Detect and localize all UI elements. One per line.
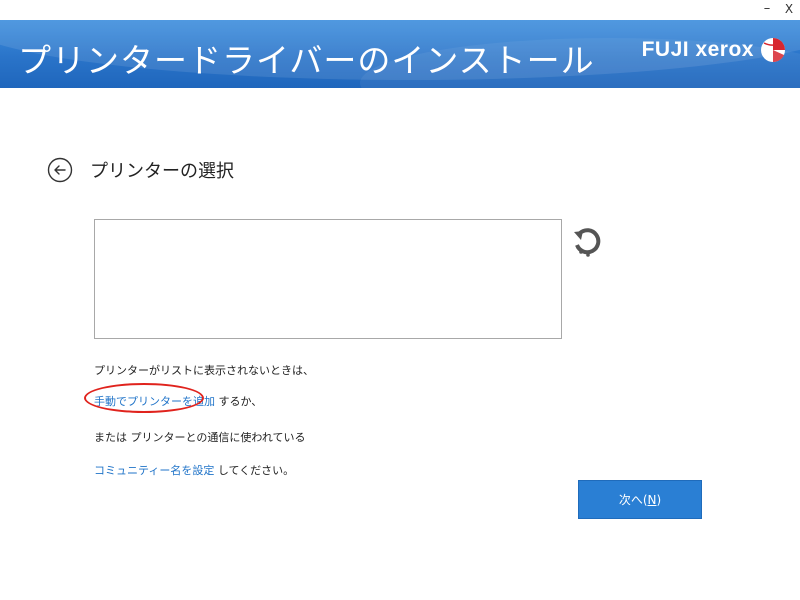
help-text-please: してください。 (214, 464, 295, 477)
page-title: プリンターの選択 (90, 161, 234, 182)
brand-name: FUJI xerox (641, 38, 754, 61)
close-button[interactable]: X (778, 0, 800, 20)
installer-title: プリンタードライバーのインストール (18, 41, 595, 80)
next-button-mnemonic: N (647, 492, 657, 507)
help-text-community: または プリンターとの通信に使われている (94, 431, 306, 444)
installer-window: – X プリンタードライバーのインストール FUJI xerox プリンターの選… (0, 0, 800, 600)
window-controls: – X (756, 0, 800, 20)
add-printer-manually-link[interactable]: 手動でプリンターを追加 (94, 395, 215, 408)
help-line-manual-add: 手動でプリンターを追加 するか、 (94, 393, 262, 409)
minimize-button[interactable]: – (756, 0, 778, 20)
help-text-or: するか、 (215, 395, 263, 408)
next-button-label-close: ) (656, 492, 662, 507)
help-line-community-name: コミュニティー名を設定 してください。 (94, 462, 294, 478)
printer-list[interactable] (94, 219, 562, 339)
header-banner: プリンタードライバーのインストール FUJI xerox (0, 20, 800, 88)
set-community-name-link[interactable]: コミュニティー名を設定 (94, 464, 214, 477)
fuji-xerox-logo: FUJI xerox (642, 37, 786, 63)
next-button[interactable]: 次へ(N) (578, 480, 702, 519)
back-arrow-circle-icon[interactable] (47, 157, 73, 183)
refresh-icon[interactable] (571, 226, 605, 260)
next-button-label: 次へ( (618, 493, 648, 507)
brand-sphere-icon (761, 38, 785, 63)
help-text-not-listed: プリンターがリストに表示されないときは、 (94, 364, 314, 377)
